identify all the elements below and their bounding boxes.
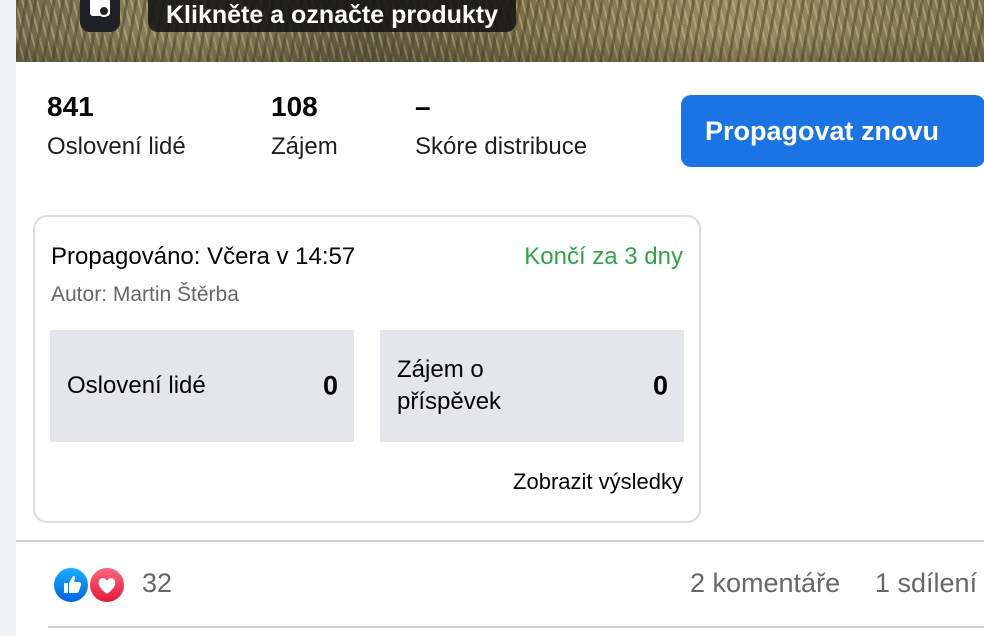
metric-value: 0 [322,370,338,401]
stat-engagement: 108 Zájem [271,90,338,162]
post-photo[interactable]: Klikněte a označte produkty [16,0,984,62]
tag-products-text: Klikněte a označte produkty [166,0,499,29]
view-results-link[interactable]: Zobrazit výsledky [513,469,683,495]
shares-count[interactable]: 1 sdílení [875,568,977,599]
divider [16,540,984,542]
promoted-when: Propagováno: Včera v 14:57 [51,243,356,270]
love-icon [88,566,126,604]
stat-label: Oslovení lidé [47,133,186,160]
metric-label: Zájem o příspěvek [397,356,502,415]
stat-reached: 841 Oslovení lidé [47,90,186,162]
reaction-icons[interactable] [52,566,126,604]
metric-reached: Oslovení lidé 0 [50,330,354,442]
stat-value: 108 [271,91,318,122]
tag-icon [90,0,110,17]
stat-label: Zájem [271,133,338,160]
promotion-summary: Propagováno: Včera v 14:57 Končí za 3 dn… [33,215,701,523]
stat-value: 841 [47,91,94,122]
tag-products-banner[interactable]: Klikněte a označte produkty [148,0,517,32]
stat-value: – [415,91,431,122]
like-icon [52,566,90,604]
divider [48,626,984,628]
metric-post-engagement: Zájem o příspěvek 0 [380,330,684,442]
reaction-count[interactable]: 32 [142,568,172,599]
metric-label: Oslovení lidé [67,372,206,399]
tag-products-button[interactable] [80,0,120,32]
stat-label: Skóre distribuce [415,133,588,160]
stat-distribution-score: – Skóre distribuce [415,90,587,162]
metric-value: 0 [652,370,668,401]
comments-count[interactable]: 2 komentáře [690,568,840,599]
promote-again-button[interactable]: Propagovat znovu [681,95,984,167]
ends-in-badge: Končí za 3 dny [524,243,683,270]
promotion-author: Autor: Martin Štěrba [51,283,239,306]
